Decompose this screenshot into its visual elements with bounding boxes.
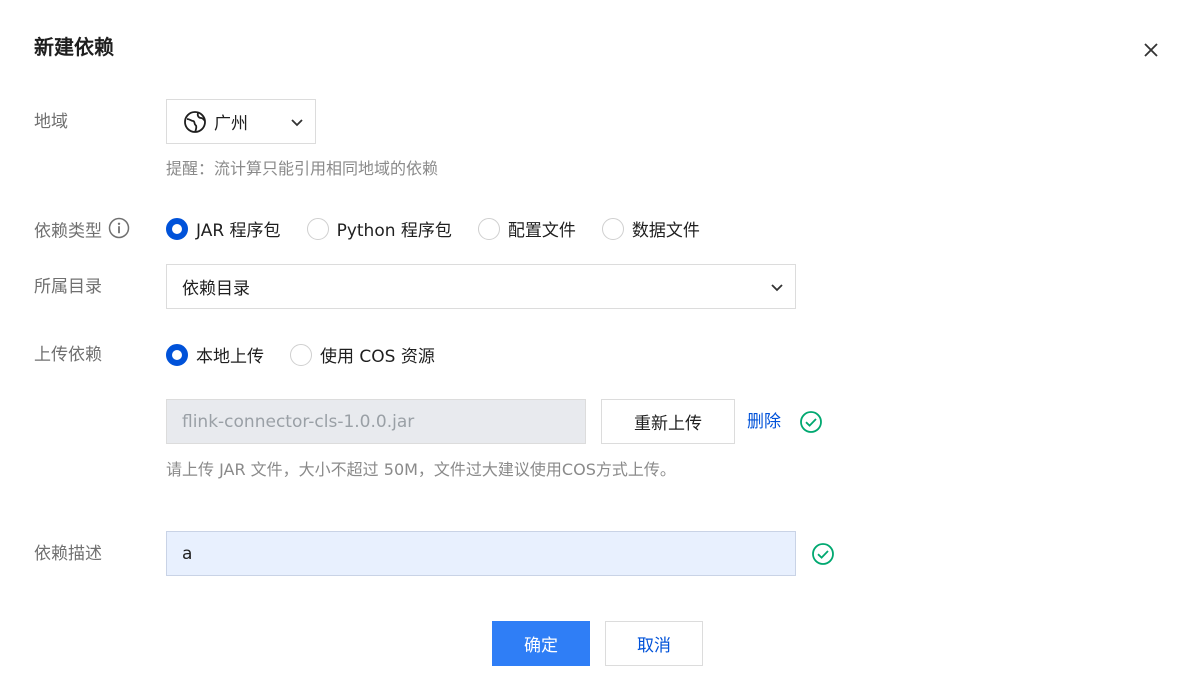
- radio-data-file[interactable]: 数据文件: [601, 216, 700, 241]
- radio-label: 配置文件: [507, 221, 576, 241]
- chevron-down-icon: [769, 279, 785, 295]
- new-dependency-dialog: 新建依赖 地域 广州 提醒：流计算只能引用相同地域的依赖 依赖类型 JAR 程序…: [0, 0, 1188, 698]
- radio-label: Python 程序包: [336, 221, 452, 241]
- dep-type-label: 依赖类型: [34, 217, 130, 246]
- check-circle-icon: [799, 410, 823, 434]
- radio-label: 本地上传: [196, 347, 264, 367]
- radio-config-file[interactable]: 配置文件: [477, 216, 576, 241]
- upload-radio-group: 本地上传 使用 COS 资源: [166, 342, 461, 367]
- dep-type-radio-group: JAR 程序包 Python 程序包 配置文件 数据文件: [166, 216, 726, 241]
- radio-dot: [290, 343, 312, 366]
- radio-python-package[interactable]: Python 程序包: [306, 216, 452, 241]
- radio-local-upload[interactable]: 本地上传: [166, 342, 264, 367]
- radio-label: JAR 程序包: [196, 221, 281, 241]
- cancel-button[interactable]: 取消: [605, 621, 703, 666]
- close-icon[interactable]: [1139, 38, 1163, 62]
- radio-dot: [601, 217, 624, 240]
- radio-dot: [166, 343, 188, 366]
- chevron-down-icon: [289, 114, 305, 130]
- reupload-button[interactable]: 重新上传: [601, 399, 735, 444]
- description-value: a: [182, 543, 193, 564]
- region-value: 广州: [214, 114, 248, 134]
- radio-label: 使用 COS 资源: [320, 347, 435, 367]
- confirm-button[interactable]: 确定: [492, 621, 590, 666]
- radio-dot: [166, 217, 188, 240]
- radio-dot: [306, 217, 329, 240]
- directory-label: 所属目录: [34, 277, 102, 297]
- radio-dot: [477, 217, 500, 240]
- dep-type-label-text: 依赖类型: [34, 221, 102, 242]
- description-input[interactable]: a: [166, 531, 796, 576]
- delete-link[interactable]: 删除: [747, 410, 781, 434]
- region-hint: 提醒：流计算只能引用相同地域的依赖: [166, 159, 439, 178]
- upload-hint: 请上传 JAR 文件，大小不超过 50M，文件过大建议使用COS方式上传。: [166, 460, 676, 479]
- radio-label: 数据文件: [631, 221, 700, 241]
- upload-label: 上传依赖: [34, 345, 102, 365]
- directory-value: 依赖目录: [182, 279, 250, 299]
- info-circle-icon[interactable]: [108, 217, 130, 246]
- radio-jar-package[interactable]: JAR 程序包: [166, 216, 281, 241]
- globe-icon: [183, 110, 207, 134]
- uploaded-file-name: flink-connector-cls-1.0.0.jar: [182, 411, 415, 432]
- check-circle-icon: [811, 542, 835, 566]
- dialog-title: 新建依赖: [34, 35, 114, 59]
- description-label: 依赖描述: [34, 544, 102, 564]
- uploaded-file-field: flink-connector-cls-1.0.0.jar: [166, 399, 586, 444]
- region-select[interactable]: 广州: [166, 99, 316, 144]
- directory-select[interactable]: 依赖目录: [166, 264, 796, 309]
- radio-cos-resource[interactable]: 使用 COS 资源: [290, 342, 435, 367]
- region-label: 地域: [34, 112, 68, 132]
